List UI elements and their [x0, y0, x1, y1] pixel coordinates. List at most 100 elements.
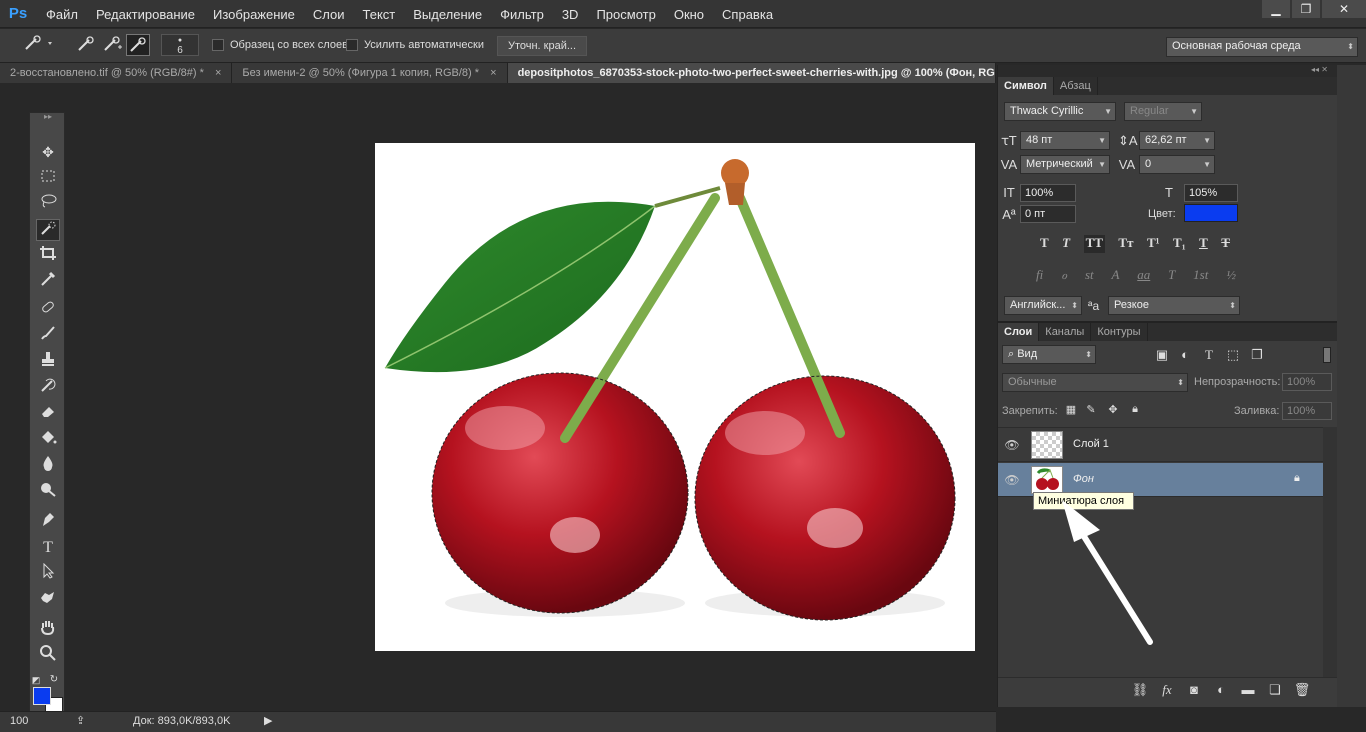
fractions-button[interactable]: ½	[1226, 267, 1236, 285]
blend-mode-select[interactable]: Обычные ⬍	[1002, 373, 1188, 392]
underline-button[interactable]: T	[1199, 235, 1208, 253]
layer-thumbnail[interactable]	[1031, 431, 1063, 459]
tab-doc-2[interactable]: Без имени-2 @ 50% (Фигура 1 копия, RGB/8…	[232, 63, 508, 83]
trash-icon[interactable]: 🗑︎	[1293, 682, 1311, 698]
menu-image[interactable]: Изображение	[213, 7, 295, 22]
path-selection-tool-icon[interactable]	[36, 562, 60, 585]
brush-tool-icon[interactable]	[36, 325, 60, 347]
zoom-tool-icon[interactable]	[36, 645, 60, 667]
paint-bucket-tool-icon[interactable]	[36, 429, 60, 451]
subtract-from-selection-icon[interactable]	[126, 34, 150, 56]
filter-smart-object-icon[interactable]: ❐	[1248, 347, 1266, 363]
menu-select[interactable]: Выделение	[413, 7, 482, 22]
auto-enhance-checkbox[interactable]	[346, 39, 358, 51]
sample-all-layers-checkbox[interactable]	[212, 39, 224, 51]
menu-filter[interactable]: Фильтр	[500, 7, 544, 22]
menu-view[interactable]: Просмотр	[596, 7, 655, 22]
layer-row[interactable]: 👁︎ Слой 1	[998, 428, 1323, 462]
document-canvas[interactable]	[375, 143, 975, 651]
ordinals-button[interactable]: 1st	[1193, 267, 1208, 285]
menu-edit[interactable]: Редактирование	[96, 7, 195, 22]
tab-paths[interactable]: Контуры	[1091, 323, 1148, 341]
foreground-color-swatch[interactable]	[33, 687, 51, 705]
all-caps-button[interactable]: TT	[1083, 235, 1105, 253]
fill-input[interactable]: 100%	[1282, 402, 1332, 420]
layer-name[interactable]: Фон	[1073, 473, 1094, 485]
tab-doc-1[interactable]: 2-восстановлено.tif @ 50% (RGB/8#) * ×	[0, 63, 233, 83]
eye-icon[interactable]: 👁︎	[1004, 473, 1020, 487]
close-icon[interactable]: ×	[215, 67, 221, 79]
small-caps-button[interactable]: Tт	[1118, 235, 1133, 253]
collapse-panels-icon[interactable]: ◂◂ ✕	[1311, 65, 1328, 74]
new-layer-icon[interactable]: ❏	[1266, 682, 1284, 698]
ligatures-button[interactable]: fi	[1036, 267, 1043, 285]
vertical-scale-input[interactable]: 100%	[1020, 184, 1076, 202]
history-brush-tool-icon[interactable]	[36, 377, 60, 399]
minimize-button[interactable]: ▁	[1262, 0, 1290, 18]
filter-type-icon[interactable]: T	[1200, 347, 1218, 363]
faux-italic-button[interactable]: T	[1062, 235, 1070, 253]
text-color-swatch[interactable]	[1184, 204, 1238, 222]
lock-all-icon[interactable]: 🔒︎	[1126, 403, 1144, 416]
restore-button[interactable]: ❐	[1292, 0, 1320, 18]
font-style-select[interactable]: Regular ▼	[1124, 102, 1202, 121]
lock-position-icon[interactable]: ✥	[1104, 403, 1122, 416]
refine-edge-button[interactable]: Уточн. край...	[497, 36, 587, 56]
type-tool-icon[interactable]: T	[36, 537, 60, 559]
collapse-icon[interactable]: ▸▸	[36, 113, 60, 123]
leading-select[interactable]: 62,62 пт ▼	[1139, 131, 1215, 150]
folder-icon[interactable]: ▬	[1239, 682, 1257, 697]
strikethrough-button[interactable]: T	[1221, 235, 1230, 253]
discretionary-ligatures-button[interactable]: st	[1085, 267, 1094, 285]
healing-brush-tool-icon[interactable]	[36, 299, 60, 321]
lock-transparency-icon[interactable]: ▦	[1062, 403, 1080, 416]
collapsed-panel-strip[interactable]	[1337, 65, 1366, 707]
stylistic-alternates-button[interactable]: aa	[1137, 267, 1150, 285]
filter-toggle[interactable]	[1323, 347, 1331, 363]
pen-tool-icon[interactable]	[36, 511, 60, 533]
language-select[interactable]: Английск... ⬍	[1004, 296, 1082, 315]
antialias-select[interactable]: Резкое ⬍	[1108, 296, 1240, 315]
tab-layers[interactable]: Слои	[998, 323, 1040, 341]
baseline-shift-input[interactable]: 0 пт	[1020, 205, 1076, 223]
new-selection-icon[interactable]	[74, 34, 98, 56]
crop-tool-icon[interactable]	[36, 245, 60, 267]
subscript-button[interactable]: T₁	[1173, 235, 1186, 253]
quick-selection-tool-icon[interactable]	[36, 219, 60, 241]
move-tool-icon[interactable]: ✥	[36, 141, 60, 163]
tab-character[interactable]: Символ	[998, 77, 1054, 95]
menu-type[interactable]: Текст	[363, 7, 396, 22]
layers-scrollbar[interactable]	[1323, 427, 1337, 677]
menu-help[interactable]: Справка	[722, 7, 773, 22]
share-icon[interactable]: ⇪	[76, 714, 85, 727]
lasso-tool-icon[interactable]	[36, 193, 60, 215]
tracking-select[interactable]: 0 ▼	[1139, 155, 1215, 174]
filter-adjustment-icon[interactable]: ◐	[1176, 347, 1194, 362]
font-size-select[interactable]: 48 пт ▼	[1020, 131, 1110, 150]
opacity-input[interactable]: 100%	[1282, 373, 1332, 391]
quick-selection-preset-icon[interactable]	[18, 34, 58, 56]
add-to-selection-icon[interactable]	[100, 34, 124, 56]
zoom-level[interactable]: 100	[10, 715, 28, 727]
swash-button[interactable]: A	[1111, 267, 1119, 285]
hand-tool-icon[interactable]	[36, 619, 60, 641]
superscript-button[interactable]: T¹	[1147, 235, 1160, 253]
menu-file[interactable]: Файл	[46, 7, 78, 22]
layer-filter-select[interactable]: ⌕ Вид ⬍	[1002, 345, 1096, 364]
menu-3d[interactable]: 3D	[562, 7, 579, 22]
eraser-tool-icon[interactable]	[36, 403, 60, 425]
tab-doc-3[interactable]: depositphotos_6870353-stock-photo-two-pe…	[507, 63, 996, 83]
menu-window[interactable]: Окно	[674, 7, 704, 22]
link-icon[interactable]: ⛓︎	[1131, 682, 1149, 698]
kerning-select[interactable]: Метрический ▼	[1020, 155, 1110, 174]
layer-name[interactable]: Слой 1	[1073, 438, 1109, 450]
lock-pixels-icon[interactable]: ✎	[1082, 403, 1100, 416]
horizontal-scale-input[interactable]: 105%	[1184, 184, 1238, 202]
menu-layers[interactable]: Слои	[313, 7, 345, 22]
mask-icon[interactable]: ◙	[1185, 682, 1203, 697]
close-icon[interactable]: ×	[490, 67, 496, 79]
stamp-tool-icon[interactable]	[36, 351, 60, 373]
marquee-tool-icon[interactable]	[36, 167, 60, 189]
old-style-button[interactable]: ℴ	[1061, 267, 1067, 285]
adjustment-icon[interactable]: ◐	[1212, 682, 1230, 697]
